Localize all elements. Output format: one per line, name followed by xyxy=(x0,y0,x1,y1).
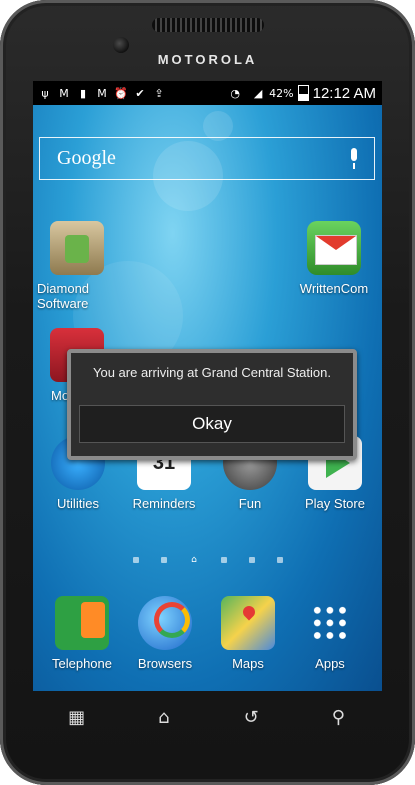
app-label: Fun xyxy=(238,496,262,511)
status-time: 12:12 AM xyxy=(312,84,376,102)
app-label: Maps xyxy=(232,656,264,671)
front-camera xyxy=(113,37,129,53)
mic-icon[interactable] xyxy=(348,147,360,170)
dock-apps[interactable]: Apps xyxy=(290,596,370,671)
battery-icon xyxy=(297,85,309,101)
diamond-software-icon xyxy=(50,221,104,275)
page-dot[interactable] xyxy=(221,557,227,563)
app-label: Play Store xyxy=(305,496,365,511)
app-label: Telephone xyxy=(52,656,112,671)
okay-button[interactable]: Okay xyxy=(79,405,345,443)
battery-percent: 42% xyxy=(269,86,294,100)
back-icon[interactable]: ↺ xyxy=(240,706,262,728)
page-indicator: ⌂ xyxy=(133,554,283,566)
browsers-globe-icon xyxy=(138,596,192,650)
check-task-icon: ✔ xyxy=(135,86,145,100)
page-dot[interactable] xyxy=(277,557,283,563)
telephone-icon xyxy=(55,596,109,650)
navigation-bar: ▦ ⌂ ↺ ⚲ xyxy=(33,697,382,737)
maps-icon xyxy=(221,596,275,650)
speaker-grill xyxy=(152,18,264,32)
home-screen: ψ M ▮ M ⏰ ✔ ⇪ ◔ ◢ 42% 12:12 AM Google Di… xyxy=(33,81,382,691)
app-label: Reminders xyxy=(132,496,196,511)
device-brand: MOTOROLA xyxy=(157,52,258,67)
app-label: Utilities xyxy=(57,496,99,511)
status-bar: ψ M ▮ M ⏰ ✔ ⇪ ◔ ◢ 42% 12:12 AM xyxy=(33,81,382,105)
apps-grid-icon xyxy=(303,596,357,650)
dock-telephone[interactable]: Telephone xyxy=(42,596,122,671)
app-writtencom[interactable]: WrittenCom xyxy=(294,221,374,296)
mail-envelope-icon xyxy=(307,221,361,275)
cellular-signal-icon: ◢ xyxy=(253,86,263,100)
signal-bars-icon: ▮ xyxy=(79,86,87,100)
upload-icon: ⇪ xyxy=(154,86,164,100)
app-label: Apps xyxy=(315,656,345,671)
search-icon[interactable]: ⚲ xyxy=(327,706,349,728)
dock-maps[interactable]: Maps xyxy=(208,596,288,671)
gmail-icon: M xyxy=(97,86,107,100)
phone-frame: MOTOROLA ψ M ▮ M ⏰ ✔ ⇪ ◔ ◢ 42% 12:12 AM … xyxy=(0,0,415,785)
recent-apps-icon[interactable]: ▦ xyxy=(66,706,88,728)
app-label: Browsers xyxy=(137,656,193,671)
google-search-bar[interactable]: Google xyxy=(39,137,375,180)
app-label: Diamond Software xyxy=(37,281,90,311)
app-label: WrittenCom xyxy=(299,281,369,296)
alarm-icon: ⏰ xyxy=(114,86,128,100)
dock-browsers[interactable]: Browsers xyxy=(125,596,205,671)
page-dot[interactable] xyxy=(249,557,255,563)
page-dot[interactable] xyxy=(161,557,167,563)
arrival-dialog: You are arriving at Grand Central Statio… xyxy=(67,349,357,460)
wifi-icon: ◔ xyxy=(230,86,240,100)
usb-icon: ψ xyxy=(41,86,49,100)
app-diamond-software[interactable]: Diamond Software xyxy=(37,221,117,311)
dialog-message: You are arriving at Grand Central Statio… xyxy=(93,365,331,380)
home-page-icon[interactable]: ⌂ xyxy=(189,555,199,565)
gmail-icon: M xyxy=(59,86,69,100)
google-logo-text: Google xyxy=(57,147,116,169)
page-dot[interactable] xyxy=(133,557,139,563)
home-icon[interactable]: ⌂ xyxy=(153,706,175,728)
